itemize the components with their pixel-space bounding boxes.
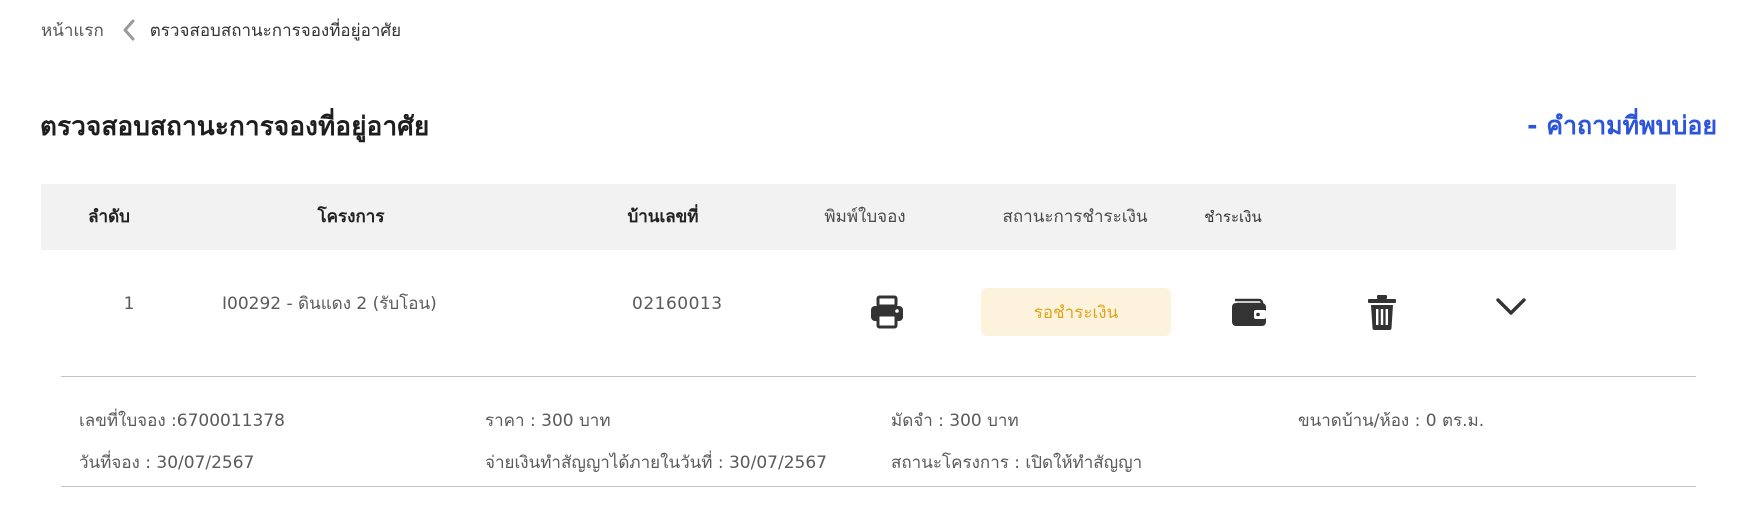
breadcrumb: หน้าแรก ตรวจสอบสถานะการจองที่อยู่อาศัย [41,18,401,42]
row-project: I00292 - ดินแดง 2 (รับโอน) [222,294,437,314]
table-header: ลำดับ โครงการ บ้านเลขที่ พิมพ์ใบจอง สถาน… [41,184,1676,250]
trash-icon[interactable] [1362,292,1402,332]
chevron-left-icon [122,19,136,41]
wallet-icon[interactable] [1229,292,1269,332]
status-badge: รอชำระเงิน [981,288,1171,336]
row-divider-bottom [61,486,1696,487]
column-header-pay: ชำระเงิน [1204,208,1262,226]
page-title: ตรวจสอบสถานะการจองที่อยู่อาศัย [40,112,430,142]
chevron-down-icon[interactable] [1491,286,1531,326]
faq-link[interactable]: - คำถามที่พบบ่อย [1527,106,1717,146]
contract-deadline: จ่ายเงินทำสัญญาได้ภายในวันที่ : 30/07/25… [485,453,827,473]
booking-number: เลขที่ใบจอง :6700011378 [79,411,285,431]
deposit: มัดจำ : 300 บาท [891,411,1019,431]
booking-date: วันที่จอง : 30/07/2567 [79,453,255,473]
breadcrumb-current: ตรวจสอบสถานะการจองที่อยู่อาศัย [149,20,402,41]
column-header-print: พิมพ์ใบจอง [824,207,906,227]
column-header-no: ลำดับ [88,207,130,227]
row-house-no: 02160013 [632,294,723,314]
project-status: สถานะโครงการ : เปิดให้ทำสัญญา [891,453,1143,473]
breadcrumb-home-link[interactable]: หน้าแรก [41,17,104,44]
table-row: 1 I00292 - ดินแดง 2 (รับโอน) 02160013 รอ… [41,250,1676,378]
row-divider-top [61,376,1696,377]
price: ราคา : 300 บาท [485,411,611,431]
house-size: ขนาดบ้าน/ห้อง : 0 ตร.ม. [1298,411,1485,431]
printer-icon[interactable] [867,292,907,332]
row-no: 1 [123,294,135,314]
column-header-house-no: บ้านเลขที่ [627,207,699,227]
column-header-project: โครงการ [317,207,385,227]
column-header-payment-status: สถานะการชำระเงิน [1002,207,1148,227]
